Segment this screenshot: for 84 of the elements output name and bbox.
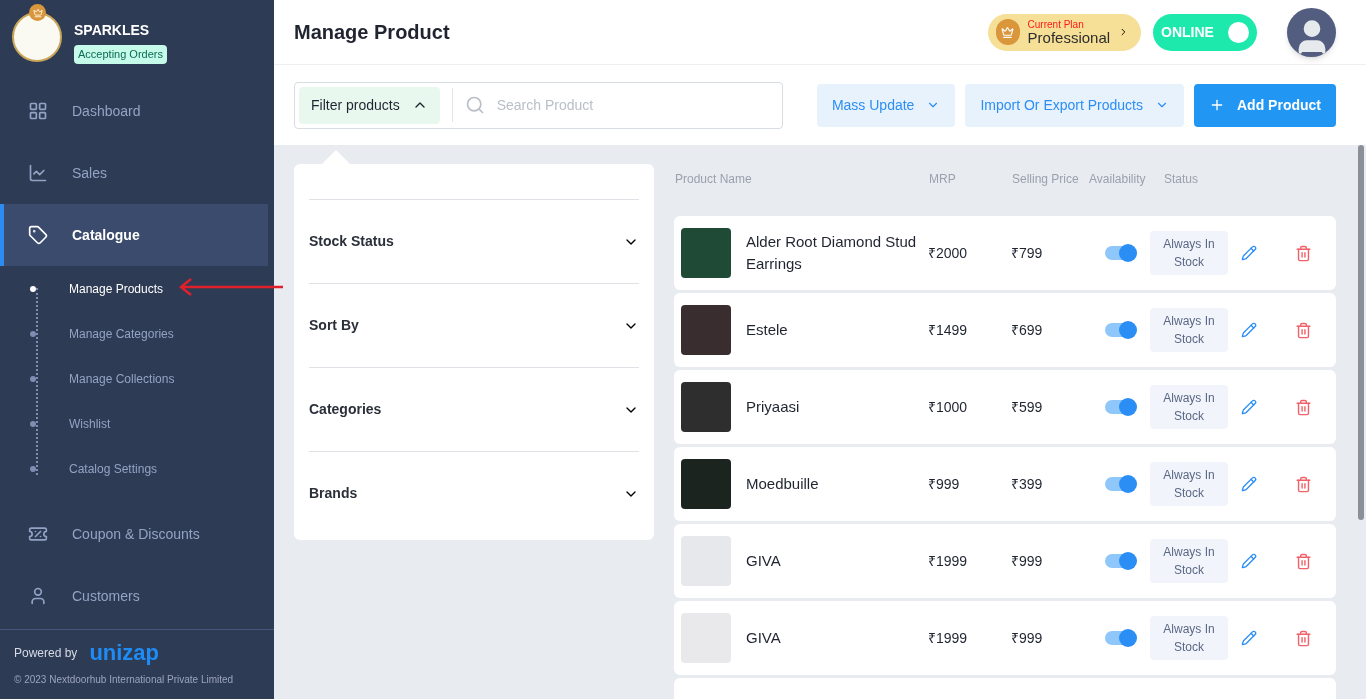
status-badge: Always In Stock [1150, 231, 1228, 275]
column-header: Selling Price [1012, 171, 1080, 188]
nav-item[interactable]: Sales [0, 142, 274, 204]
nav-subitem[interactable]: Wishlist [69, 414, 111, 433]
nav-icon [28, 225, 48, 245]
column-header: Status [1164, 171, 1200, 188]
column-header: Product Name [675, 171, 753, 188]
column-header: MRP [929, 171, 957, 188]
scrollbar[interactable] [1358, 145, 1364, 520]
mrp-value: ₹1999 [928, 628, 969, 648]
nav-item[interactable]: Dashboard [0, 80, 274, 142]
product-name: GIVA [746, 628, 782, 648]
product-row[interactable]: GIVA ₹1999 ₹999 Always In Stock [674, 601, 1336, 675]
availability-toggle[interactable] [1105, 477, 1135, 491]
search-input[interactable]: Search Product [496, 94, 778, 116]
status-badge: Always In Stock [1150, 616, 1228, 660]
avatar[interactable] [1287, 7, 1336, 57]
price-value: ₹699 [1011, 320, 1044, 340]
nav-icon [28, 101, 48, 121]
nav-item[interactable]: Customers [0, 565, 274, 627]
photo-placeholder [681, 305, 731, 355]
nav-subitem[interactable]: Manage Products [69, 279, 164, 298]
search-bar[interactable]: Filter products Search Product [294, 81, 783, 129]
filter-dropdown-button[interactable]: Filter products [299, 86, 440, 124]
price-value: ₹999 [1011, 551, 1044, 571]
nav-subitem[interactable]: Manage Collections [69, 369, 175, 388]
product-name: Moedbuille [746, 474, 820, 494]
store-status-badge: Accepting Orders [74, 45, 167, 64]
crown-icon [996, 19, 1020, 45]
product-name: Priyaasi [746, 397, 801, 417]
photo-placeholder [681, 459, 731, 509]
plus-icon [1209, 97, 1225, 113]
availability-toggle[interactable] [1105, 323, 1135, 337]
photo-placeholder [681, 536, 731, 586]
status-badge: Always In Stock [1150, 539, 1228, 583]
nav-item[interactable]: Catalogue [0, 204, 268, 266]
product-row[interactable]: Moedbuille ₹999 ₹399 Always In Stock [674, 447, 1336, 521]
plan-name: Professional [1027, 29, 1111, 45]
mrp-value: ₹1999 [928, 551, 969, 571]
product-name: Alder Root Diamond Stud Earrings [746, 232, 918, 274]
filter-section[interactable]: Sort By [309, 283, 639, 367]
status-badge: Always In Stock [1150, 308, 1228, 352]
product-row[interactable]: Estele ₹1499 ₹699 Always In Stock [674, 293, 1336, 367]
mrp-value: ₹1499 [928, 320, 969, 340]
price-value: ₹799 [1011, 243, 1044, 263]
nav-subitem[interactable]: Manage Categories [69, 324, 174, 343]
price-value: ₹599 [1011, 397, 1044, 417]
filter-section[interactable]: Brands [309, 451, 639, 535]
nav-icon [28, 586, 48, 606]
mrp-value: ₹1000 [928, 397, 969, 417]
product-name: GIVA [746, 551, 782, 571]
status-badge: Always In Stock [1150, 462, 1228, 506]
photo-placeholder [681, 382, 731, 432]
plan-label: Current Plan [1027, 19, 1085, 30]
store-name: SPARKLES [74, 21, 151, 40]
product-row[interactable]: GIVA ₹1999 ₹999 Always In Stock [674, 524, 1336, 598]
brand-logo: unizap [89, 642, 160, 664]
availability-toggle[interactable] [1105, 246, 1135, 260]
copyright-text: © 2023 Nextdoorhub International Private Limited [14, 673, 235, 687]
column-header: Availability [1089, 171, 1147, 188]
availability-toggle[interactable] [1105, 554, 1135, 568]
mrp-value: ₹999 [928, 474, 961, 494]
nav-item[interactable]: Coupon & Discounts [0, 503, 274, 565]
filter-section[interactable]: Categories [309, 367, 639, 451]
product-name: Estele [746, 320, 789, 340]
availability-toggle[interactable] [1105, 631, 1135, 645]
powered-by-text: Powered by [14, 645, 78, 662]
crown-icon [29, 4, 46, 21]
product-row[interactable]: Priyaasi ₹1000 ₹599 Always In Stock [674, 370, 1336, 444]
availability-toggle[interactable] [1105, 400, 1135, 414]
page-title: Manage Product [294, 20, 450, 45]
nav-subitem[interactable]: Catalog Settings [69, 459, 158, 478]
price-value: ₹399 [1011, 474, 1044, 494]
plan-badge[interactable]: Current Plan Professional [988, 13, 1141, 51]
mrp-value: ₹2000 [928, 243, 969, 263]
photo-placeholder [681, 228, 731, 278]
filter-section[interactable]: Stock Status [309, 199, 639, 283]
price-value: ₹999 [1011, 628, 1044, 648]
bullet-icon [30, 285, 36, 292]
search-icon [464, 95, 485, 115]
nav-icon [28, 524, 48, 544]
store-logo [12, 12, 62, 62]
nav-icon [28, 163, 48, 183]
status-badge: Always In Stock [1150, 385, 1228, 429]
